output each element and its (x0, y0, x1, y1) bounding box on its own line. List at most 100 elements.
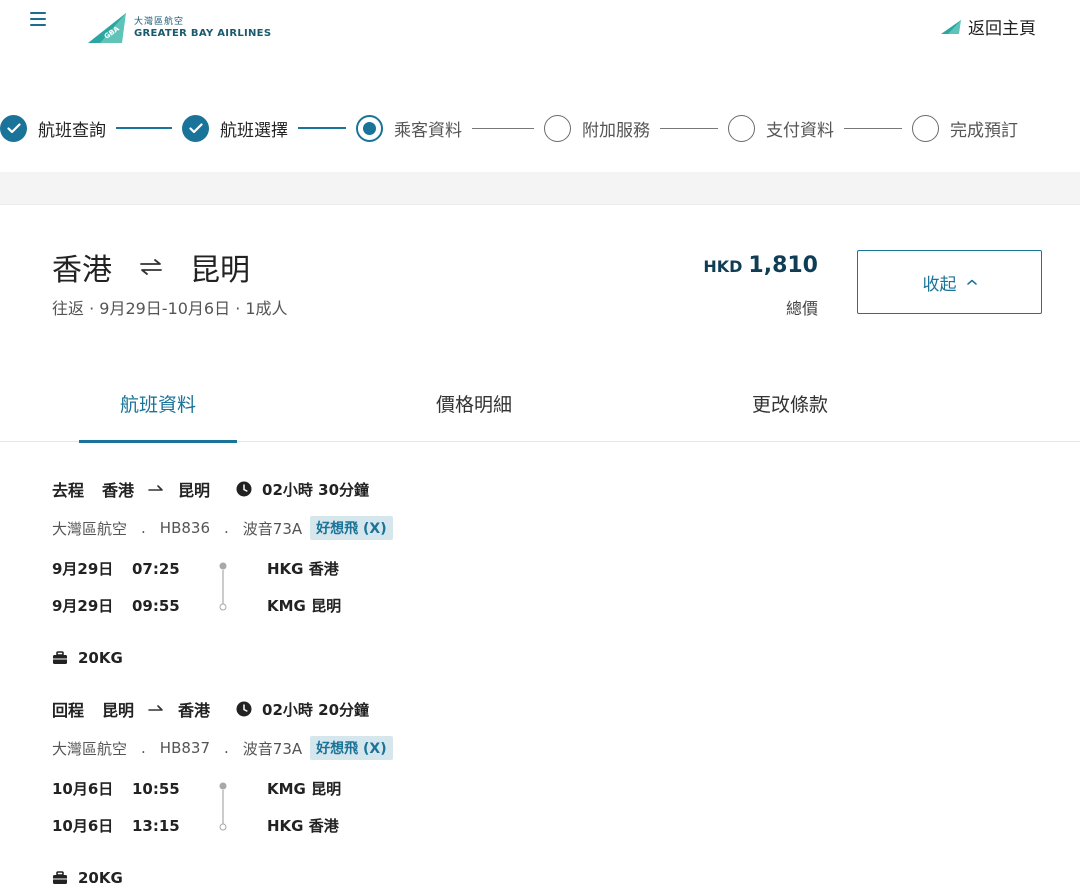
arrow-right-icon (148, 705, 163, 711)
step-connector (298, 127, 346, 129)
arrival-time: 13:15 (132, 816, 180, 835)
tab-change-policy[interactable]: 更改條款 (711, 365, 869, 442)
segment-flight-number: HB837 (159, 739, 210, 757)
arrival-time: 09:55 (132, 596, 180, 615)
section-divider-band (0, 172, 1080, 204)
departure-row: 9月29日 07:25 HKG 香港 (52, 550, 652, 587)
step-connector (116, 127, 172, 129)
baggage-weight: 20KG (78, 869, 123, 887)
booking-progress-steps: 航班查詢 航班選擇 乘客資料 附加服務 支付資料 完成預訂 (0, 108, 1080, 148)
segment-title: 去程 香港 昆明 02小時 30分鐘 (52, 477, 652, 501)
app-header: GBA 大灣區航空 GREATER BAY AIRLINES 返回主頁 (0, 0, 1080, 60)
logo-text-cn: 大灣區航空 (134, 16, 185, 27)
fare-badge: 好想飛 (X) (310, 736, 393, 760)
outbound-segment: 去程 香港 昆明 02小時 30分鐘 大灣區航空 . HB836 . 波音73A… (52, 477, 652, 670)
briefcase-icon (53, 651, 67, 664)
departure-date: 10月6日 (52, 780, 114, 798)
collapse-button-label: 收起 (922, 274, 957, 295)
trip-summary: 香港 昆明 往返 · 9月29日-10月6日 · 1成人 HKD 1,810 總… (0, 204, 1080, 354)
return-home-label: 返回主頁 (968, 19, 1036, 39)
departure-time: 10:55 (132, 779, 180, 798)
arrival-airport: KMG 昆明 (267, 597, 342, 615)
origin-city: 香港 (52, 253, 112, 288)
baggage-allowance: 20KG (52, 646, 652, 670)
arrival-date: 9月29日 (52, 597, 114, 615)
tail-fin-icon (941, 19, 961, 34)
step-label: 支付資料 (766, 120, 834, 141)
step-pending-icon (912, 114, 939, 142)
departure-row: 10月6日 10:55 KMG 昆明 (52, 770, 652, 807)
chevron-up-icon (966, 279, 977, 285)
step-payment[interactable]: 支付資料 (728, 114, 834, 142)
segment-meta: 大灣區航空 . HB837 . 波音73A 好想飛 (X) (52, 736, 652, 760)
segment-legs: 10月6日 10:55 KMG 昆明 10月6日 13:15 HKG 香港 (52, 770, 652, 844)
clock-icon (236, 481, 252, 497)
segment-direction: 去程 (52, 481, 85, 500)
segment-aircraft: 波音73A (242, 739, 303, 758)
departure-date: 9月29日 (52, 560, 114, 578)
step-label: 航班查詢 (38, 120, 106, 141)
baggage-weight: 20KG (78, 649, 123, 667)
logo-tail-icon: GBA (88, 13, 126, 43)
destination-city: 昆明 (190, 253, 250, 288)
arrival-airport: HKG 香港 (267, 817, 339, 835)
arrival-row: 10月6日 13:15 HKG 香港 (52, 807, 652, 844)
arrival-date: 10月6日 (52, 817, 114, 835)
step-flight-search[interactable]: 航班查詢 (0, 114, 106, 142)
price-currency: HKD (703, 257, 743, 276)
segment-flight-number: HB836 (159, 519, 210, 537)
segment-airline: 大灣區航空 (52, 519, 128, 538)
step-label: 航班選擇 (220, 120, 288, 141)
tab-flight-info[interactable]: 航班資料 (79, 365, 237, 443)
segment-airline: 大灣區航空 (52, 739, 128, 758)
briefcase-icon (53, 871, 67, 884)
menu-icon[interactable] (30, 12, 46, 26)
meta-separator: . (141, 519, 146, 537)
segment-aircraft: 波音73A (242, 519, 303, 538)
step-pending-icon (544, 114, 571, 142)
segment-meta: 大灣區航空 . HB836 . 波音73A 好想飛 (X) (52, 516, 652, 540)
trip-subtitle: 往返 · 9月29日-10月6日 · 1成人 (52, 299, 288, 318)
segment-from: 昆明 (102, 701, 135, 720)
step-done-check-icon (0, 114, 27, 142)
price-amount: 1,810 (748, 253, 818, 278)
meta-separator: . (224, 519, 229, 537)
meta-separator: . (224, 739, 229, 757)
step-current-icon (356, 114, 383, 142)
step-label: 附加服務 (582, 120, 650, 141)
total-price-label: 總價 (785, 299, 818, 318)
round-trip-arrows-icon (140, 259, 162, 275)
arrow-right-icon (148, 485, 163, 491)
step-done-check-icon (182, 114, 209, 142)
segment-duration: 02小時 30分鐘 (262, 480, 370, 499)
segment-legs: 9月29日 07:25 HKG 香港 9月29日 09:55 KMG 昆明 (52, 550, 652, 624)
total-price: HKD 1,810 (703, 253, 818, 278)
segment-to: 香港 (178, 701, 211, 720)
clock-icon (236, 701, 252, 717)
step-confirmation[interactable]: 完成預訂 (912, 114, 1018, 142)
return-segment: 回程 昆明 香港 02小時 20分鐘 大灣區航空 . HB837 . 波音73A… (52, 697, 652, 890)
step-label: 乘客資料 (394, 120, 462, 141)
step-passenger-info[interactable]: 乘客資料 (356, 114, 462, 142)
step-flight-selection[interactable]: 航班選擇 (182, 114, 288, 142)
baggage-allowance: 20KG (52, 866, 652, 890)
return-home-link[interactable]: 返回主頁 (940, 14, 1036, 39)
detail-tabs: 航班資料 價格明細 更改條款 (0, 365, 1080, 443)
fare-badge: 好想飛 (X) (310, 516, 393, 540)
logo-text-en: GREATER BAY AIRLINES (134, 27, 272, 39)
route-title: 香港 昆明 (52, 245, 250, 289)
departure-airport: HKG 香港 (267, 560, 339, 578)
step-connector (660, 127, 718, 129)
tab-price-breakdown[interactable]: 價格明細 (395, 365, 553, 442)
step-connector (844, 127, 902, 129)
step-pending-icon (728, 114, 755, 142)
airline-logo[interactable]: GBA 大灣區航空 GREATER BAY AIRLINES (86, 10, 271, 46)
collapse-button[interactable]: 收起 (857, 250, 1042, 314)
segment-title: 回程 昆明 香港 02小時 20分鐘 (52, 697, 652, 721)
departure-time: 07:25 (132, 559, 180, 578)
segment-duration: 02小時 20分鐘 (262, 700, 370, 719)
step-add-ons[interactable]: 附加服務 (544, 114, 650, 142)
arrival-row: 9月29日 09:55 KMG 昆明 (52, 587, 652, 624)
step-connector (472, 127, 534, 129)
segment-direction: 回程 (52, 701, 85, 720)
